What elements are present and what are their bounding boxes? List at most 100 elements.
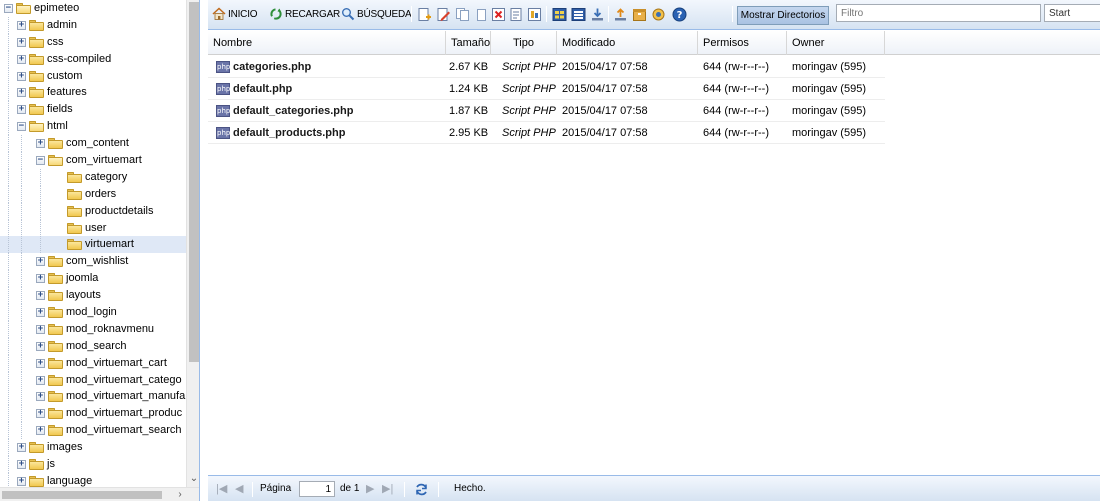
cell-tipo: Script PHP	[502, 61, 556, 73]
copy-icon[interactable]	[455, 7, 470, 22]
mostrar-directorios-toggle[interactable]: Mostrar Directorios	[737, 6, 829, 25]
expand-icon[interactable]: +	[17, 20, 26, 30]
column-header-tamano[interactable]: Tamaño	[446, 31, 491, 55]
new-file-icon[interactable]	[417, 7, 432, 22]
tree-vertical-scroll-thumb[interactable]	[189, 2, 199, 362]
page-number-input[interactable]	[299, 481, 335, 497]
download-icon[interactable]	[590, 7, 605, 22]
tree-horizontal-scroll-thumb[interactable]	[2, 491, 162, 499]
paging-separator	[252, 482, 253, 497]
collapse-icon[interactable]: −	[4, 4, 13, 13]
tree-node[interactable]: virtuemart	[0, 236, 186, 254]
archive-icon[interactable]	[632, 7, 647, 22]
tree-node[interactable]: + custom	[0, 67, 186, 85]
tree-node[interactable]: + com_content	[0, 135, 186, 153]
tree-node[interactable]: + fields	[0, 101, 186, 119]
list-view-icon[interactable]	[571, 7, 586, 22]
tree-node[interactable]: − epimeteo	[0, 0, 186, 17]
tree-node[interactable]: + com_wishlist	[0, 253, 186, 271]
paste-icon[interactable]	[474, 7, 489, 22]
expand-icon[interactable]: +	[17, 37, 26, 47]
file-row[interactable]: php default_categories.php 1.87 KB Script P…	[208, 100, 885, 122]
first-page-icon[interactable]: |◀	[216, 476, 227, 501]
php-file-icon: php	[216, 105, 231, 117]
tree-vertical-scrollbar[interactable]: ⌄	[186, 0, 199, 487]
tree-node[interactable]: + mod_roknavmenu	[0, 320, 186, 338]
tree-node[interactable]: + features	[0, 84, 186, 102]
tree-node[interactable]: + admin	[0, 16, 186, 34]
upload-icon[interactable]	[613, 7, 628, 22]
extract-icon[interactable]	[651, 7, 666, 22]
tree-guide-line	[8, 219, 9, 237]
expand-icon[interactable]: +	[36, 139, 45, 149]
tree-node[interactable]: − html	[0, 118, 186, 136]
expand-icon[interactable]: +	[36, 375, 45, 385]
scroll-right-arrow-icon[interactable]: ›	[174, 488, 186, 501]
expand-icon[interactable]: +	[36, 426, 45, 436]
filter-input[interactable]	[836, 4, 1041, 22]
expand-icon[interactable]: +	[36, 274, 45, 284]
expand-icon[interactable]: +	[36, 308, 45, 318]
tree-node[interactable]: category	[0, 168, 186, 186]
tree-node[interactable]: + mod_virtuemart_catego	[0, 371, 186, 389]
expand-icon[interactable]: +	[36, 358, 45, 368]
expand-icon[interactable]: +	[17, 54, 26, 64]
tree-node[interactable]: − com_virtuemart	[0, 152, 186, 170]
previous-page-icon[interactable]: ◀	[235, 476, 243, 501]
file-row[interactable]: php default.php 1.24 KB Script PHP 2015/04/1…	[208, 78, 885, 100]
expand-icon[interactable]: +	[36, 257, 45, 267]
expand-icon[interactable]: +	[36, 324, 45, 334]
column-header-owner[interactable]: Owner	[787, 31, 885, 55]
column-header-permisos[interactable]: Permisos	[698, 31, 787, 55]
tree-horizontal-scrollbar[interactable]: ›	[0, 487, 199, 501]
tree-node[interactable]: + images	[0, 439, 186, 457]
file-row[interactable]: php categories.php 2.67 KB Script PHP 2015/0…	[208, 56, 885, 78]
column-header-modificado[interactable]: Modificado	[557, 31, 698, 55]
rename-icon[interactable]	[509, 7, 524, 22]
file-row[interactable]: php default_products.php 2.95 KB Script PHP…	[208, 122, 885, 144]
expand-icon[interactable]: +	[17, 71, 26, 81]
tree-guide-line	[8, 287, 9, 305]
tree-node[interactable]: + mod_login	[0, 304, 186, 322]
expand-icon[interactable]: +	[17, 105, 26, 115]
expand-icon[interactable]: +	[17, 476, 26, 486]
tree-node[interactable]: user	[0, 219, 186, 237]
expand-icon[interactable]: +	[17, 88, 26, 98]
tree-node[interactable]: + css-compiled	[0, 50, 186, 68]
recargar-button[interactable]: RECARGAR	[269, 5, 340, 23]
view-icon[interactable]	[527, 7, 542, 22]
expand-icon[interactable]: +	[36, 341, 45, 351]
expand-icon[interactable]: +	[36, 392, 45, 402]
tree-node[interactable]: + js	[0, 456, 186, 474]
tree-node[interactable]: + mod_virtuemart_cart	[0, 354, 186, 372]
scroll-down-arrow-icon[interactable]: ⌄	[187, 473, 199, 485]
next-page-icon[interactable]: ▶	[366, 476, 374, 501]
column-header-tipo[interactable]: Tipo	[491, 31, 557, 55]
expand-icon[interactable]: +	[17, 460, 26, 470]
delete-icon[interactable]	[491, 7, 506, 22]
tree-node[interactable]: + css	[0, 33, 186, 51]
tree-node[interactable]: + mod_search	[0, 337, 186, 355]
tree-node[interactable]: orders	[0, 185, 186, 203]
last-page-icon[interactable]: ▶|	[382, 476, 393, 501]
help-icon[interactable]: ?	[672, 7, 687, 22]
edit-file-icon[interactable]	[436, 7, 451, 22]
expand-icon[interactable]: +	[36, 409, 45, 419]
refresh-icon[interactable]	[414, 482, 429, 498]
collapse-icon[interactable]: −	[17, 122, 26, 132]
inicio-button[interactable]: INICIO	[212, 5, 258, 23]
collapse-icon[interactable]: −	[36, 156, 45, 166]
expand-icon[interactable]: +	[17, 443, 26, 453]
tree-node[interactable]: + mod_virtuemart_manufa	[0, 388, 186, 406]
grid-view-icon[interactable]	[552, 7, 567, 22]
tree-node[interactable]: productdetails	[0, 202, 186, 220]
tree-node[interactable]: + mod_virtuemart_produc	[0, 405, 186, 423]
tree-node[interactable]: + layouts	[0, 287, 186, 305]
column-header-nombre[interactable]: Nombre	[208, 31, 446, 55]
tree-node[interactable]: + joomla	[0, 270, 186, 288]
expand-icon[interactable]: +	[36, 291, 45, 301]
folder-open-icon	[16, 3, 32, 14]
start-input[interactable]	[1044, 4, 1100, 22]
busqueda-button[interactable]: BÚSQUEDA	[341, 5, 412, 23]
tree-node[interactable]: + mod_virtuemart_search	[0, 422, 186, 440]
